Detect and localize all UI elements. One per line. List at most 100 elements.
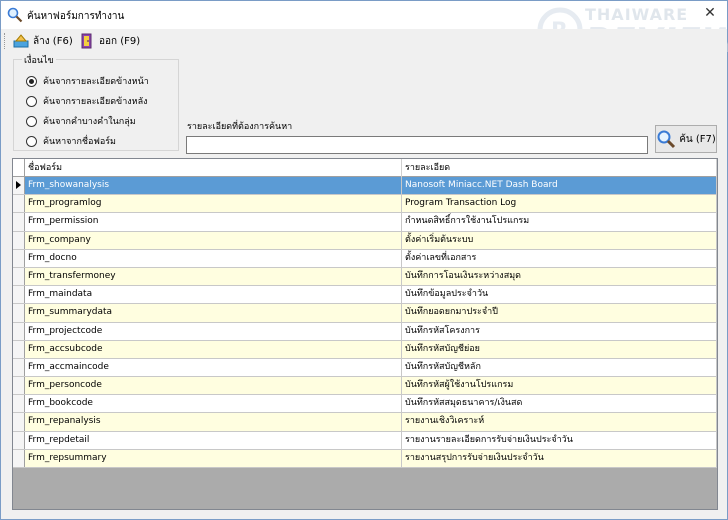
radio-label: ค้นหาจากชื่อฟอร์ม [43, 137, 116, 147]
clear-button[interactable]: ล้าง (F6) [13, 31, 73, 51]
cell-form-name[interactable]: Frm_accmaincode [25, 358, 402, 377]
row-header[interactable] [13, 195, 25, 213]
table-row[interactable]: Frm_docno ตั้งค่าเลขที่เอกสาร [13, 249, 717, 268]
row-header[interactable] [13, 322, 25, 340]
table-row[interactable]: Frm_projectcode บันทึกรหัสโครงการ [13, 322, 717, 341]
cell-form-name[interactable]: Frm_permission [25, 213, 402, 231]
title-bar: ค้นหาฟอร์มการทำงาน ✕ [1, 1, 727, 29]
cell-form-name[interactable]: Frm_transfermoney [25, 267, 402, 286]
radio-label: ค้นจากรายละเอียดข้างหลัง [43, 97, 148, 107]
row-header[interactable] [13, 377, 25, 395]
radio-indicator[interactable] [26, 115, 37, 127]
cell-detail[interactable]: รายงานรายละเอียดการรับจ่ายเงินประจำวัน [402, 431, 717, 449]
row-header[interactable] [13, 213, 25, 231]
cell-detail[interactable]: บันทึกรหัสบัญชีย่อย [402, 340, 717, 358]
table-row[interactable]: Frm_permission กำหนดสิทธิ์การใช้งานโปรแกร… [13, 213, 717, 232]
cell-form-name[interactable]: Frm_repanalysis [25, 413, 402, 431]
radio-label: ค้นจากรายละเอียดข้างหน้า [43, 77, 149, 87]
cell-detail[interactable]: Program Transaction Log [402, 195, 717, 213]
cell-form-name[interactable]: Frm_summarydata [25, 304, 402, 322]
cell-detail[interactable]: ตั้งค่าเริ่มต้นระบบ [402, 231, 717, 249]
cell-form-name[interactable]: Frm_company [25, 231, 402, 249]
search-button-label: ค้น (F7) [679, 133, 716, 145]
cell-detail[interactable]: บันทึกยอดยกมาประจำปี [402, 304, 717, 322]
table-row[interactable]: Frm_personcode บันทึกรหัสผู้ใช้งานโปรแกรม [13, 377, 717, 396]
radio-search-contains[interactable]: ค้นจากคำบางคำในกลุ่ม [26, 114, 136, 128]
cell-detail[interactable]: บันทึกการโอนเงินระหว่างสมุด [402, 267, 717, 286]
cell-form-name[interactable]: Frm_maindata [25, 286, 402, 304]
magnifier-icon [7, 7, 23, 23]
table-row[interactable]: Frm_bookcode บันทึกรหัสสมุดธนาคาร/เงินสด [13, 395, 717, 414]
row-header[interactable] [13, 358, 25, 377]
radio-label: ค้นจากคำบางคำในกลุ่ม [43, 117, 136, 127]
cell-detail[interactable]: บันทึกรหัสโครงการ [402, 322, 717, 340]
cell-form-name[interactable]: Frm_showanalysis [25, 177, 402, 195]
row-header[interactable] [13, 231, 25, 249]
cell-detail[interactable]: กำหนดสิทธิ์การใช้งานโปรแกรม [402, 213, 717, 231]
row-header[interactable] [13, 249, 25, 267]
radio-search-suffix[interactable]: ค้นจากรายละเอียดข้างหลัง [26, 94, 148, 108]
table-row[interactable]: Frm_showanalysis Nanosoft Miniacc.NET Das… [13, 177, 717, 196]
close-button[interactable]: ✕ [699, 4, 721, 22]
row-header[interactable] [13, 395, 25, 413]
search-conditions-group: เงื่อนไข ค้นจากรายละเอียดข้างหน้า ค้นจาก… [13, 53, 179, 151]
table-row[interactable]: Frm_repsummary รายงานสรุปการรับจ่ายเงินปร… [13, 449, 717, 468]
row-header[interactable] [13, 449, 25, 467]
eraser-icon [13, 34, 29, 48]
clear-button-label: ล้าง (F6) [33, 35, 73, 47]
cell-detail[interactable]: บันทึกรหัสสมุดธนาคาร/เงินสด [402, 395, 717, 413]
radio-indicator[interactable] [26, 95, 37, 107]
cell-form-name[interactable]: Frm_docno [25, 249, 402, 267]
row-header[interactable] [13, 177, 25, 195]
search-button[interactable]: ค้น (F7) [655, 125, 717, 153]
cell-form-name[interactable]: Frm_projectcode [25, 322, 402, 340]
cell-form-name[interactable]: Frm_repsummary [25, 449, 402, 467]
cell-detail[interactable]: บันทึกรหัสผู้ใช้งานโปรแกรม [402, 377, 717, 395]
table-row[interactable]: Frm_repdetail รายงานรายละเอียดการรับจ่ายเ… [13, 431, 717, 450]
table-row[interactable]: Frm_accmaincode บันทึกรหัสบัญชีหลัก [13, 358, 717, 378]
cell-detail[interactable]: รายงานสรุปการรับจ่ายเงินประจำวัน [402, 449, 717, 467]
cell-detail[interactable]: รายงานเชิงวิเคราะห์ [402, 413, 717, 431]
exit-button-label: ออก (F9) [99, 35, 141, 47]
row-header[interactable] [13, 286, 25, 304]
toolbar-grip[interactable] [4, 33, 7, 49]
search-detail-label: รายละเอียดที่ต้องการค้นหา [187, 122, 293, 132]
row-header[interactable] [13, 304, 25, 322]
row-header[interactable] [13, 431, 25, 449]
cell-form-name[interactable]: Frm_bookcode [25, 395, 402, 413]
cell-detail[interactable]: Nanosoft Miniacc.NET Dash Board [402, 177, 717, 195]
magnifier-icon [657, 130, 676, 149]
table-row[interactable]: Frm_programlog Program Transaction Log [13, 195, 717, 214]
radio-search-form-name[interactable]: ค้นหาจากชื่อฟอร์ม [26, 134, 116, 148]
cell-detail[interactable]: ตั้งค่าเลขที่เอกสาร [402, 249, 717, 267]
cell-form-name[interactable]: Frm_repdetail [25, 431, 402, 449]
column-header-detail[interactable]: รายละเอียด [402, 159, 717, 177]
radio-indicator[interactable] [26, 75, 37, 87]
row-header[interactable] [13, 340, 25, 358]
grid-header: ชื่อฟอร์ม รายละเอียด [13, 159, 717, 177]
table-row[interactable]: Frm_company ตั้งค่าเริ่มต้นระบบ [13, 231, 717, 250]
grid-corner [13, 159, 25, 177]
radio-search-prefix[interactable]: ค้นจากรายละเอียดข้างหน้า [26, 74, 149, 88]
row-header[interactable] [13, 267, 25, 286]
search-detail-input[interactable] [186, 136, 648, 154]
radio-indicator[interactable] [26, 135, 37, 147]
table-row[interactable]: Frm_repanalysis รายงานเชิงวิเคราะห์ [13, 413, 717, 432]
exit-door-icon [81, 33, 92, 49]
cell-form-name[interactable]: Frm_programlog [25, 195, 402, 213]
table-row[interactable]: Frm_summarydata บันทึกยอดยกมาประจำปี [13, 304, 717, 323]
exit-button[interactable]: ออก (F9) [79, 31, 140, 51]
table-row[interactable]: Frm_accsubcode บันทึกรหัสบัญชีย่อย [13, 340, 717, 359]
column-header-form-name[interactable]: ชื่อฟอร์ม [25, 159, 402, 177]
cell-detail[interactable]: บันทึกรหัสบัญชีหลัก [402, 358, 717, 377]
table-row[interactable]: Frm_maindata บันทึกข้อมูลประจำวัน [13, 286, 717, 305]
grid-rows: Frm_showanalysis Nanosoft Miniacc.NET Das… [13, 177, 717, 468]
cell-detail[interactable]: บันทึกข้อมูลประจำวัน [402, 286, 717, 304]
row-header[interactable] [13, 413, 25, 431]
conditions-title: เงื่อนไข [22, 53, 56, 67]
form-results-grid: ชื่อฟอร์ม รายละเอียด Frm_showanalysis Nan… [12, 158, 718, 510]
cell-form-name[interactable]: Frm_personcode [25, 377, 402, 395]
toolbar: ล้าง (F6) ออก (F9) [1, 29, 727, 53]
table-row[interactable]: Frm_transfermoney บันทึกการโอนเงินระหว่าง… [13, 267, 717, 287]
cell-form-name[interactable]: Frm_accsubcode [25, 340, 402, 358]
